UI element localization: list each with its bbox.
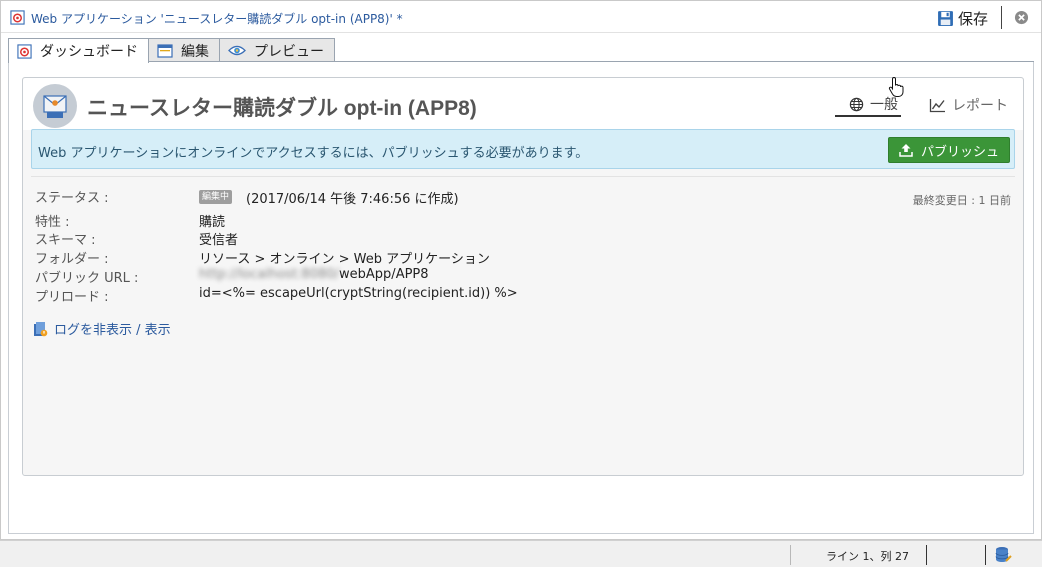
web-app-icon [10, 10, 25, 25]
public-url-value[interactable]: http://localhost:8080/webApp/APP8 [199, 267, 429, 282]
section-divider [31, 176, 1015, 177]
status-bar: ライン 1、列 27 [0, 540, 1042, 567]
tab-preview[interactable]: プレビュー [219, 38, 335, 62]
publish-notice: Web アプリケーションにオンラインでアクセスするには、パブリッシュする必要があ… [31, 129, 1015, 169]
page-title: ニュースレター購読ダブル opt-in (APP8) [87, 97, 477, 120]
eye-icon [228, 45, 246, 56]
tab-preview-label: プレビュー [254, 43, 324, 60]
toolbar-separator [1001, 6, 1002, 29]
toggle-log-label: ログを非表示 / 表示 [54, 323, 171, 338]
statusbar-separator [985, 545, 986, 565]
status-badge: 編集中 [199, 190, 233, 204]
tab-report[interactable]: レポート [929, 93, 1008, 117]
card-header: ニュースレター購読ダブル opt-in (APP8) 一般 レポート [23, 78, 1023, 130]
preload-value: id=<%= escapeUrl(cryptString(recipient.i… [199, 286, 518, 301]
schema-label: スキーマ : [35, 233, 96, 248]
window-title: Web アプリケーション 'ニュースレター購読ダブル opt-in (APP8)… [31, 12, 403, 26]
editor-window: Web アプリケーション 'ニュースレター購読ダブル opt-in (APP8)… [0, 0, 1042, 540]
globe-icon [849, 97, 864, 111]
created-date: (2017/06/14 午後 7:46:56 に作成) [246, 192, 459, 207]
cursor-position: ライン 1、列 27 [826, 550, 909, 563]
tab-edit[interactable]: 編集 [148, 38, 220, 62]
floppy-disk-icon [938, 10, 953, 26]
publish-button[interactable]: パブリッシュ [888, 137, 1010, 163]
save-button[interactable]: 保存 [937, 7, 988, 29]
envelope-icon [43, 95, 67, 118]
notice-text: Web アプリケーションにオンラインでアクセスするには、パブリッシュする必要があ… [38, 146, 589, 161]
preload-label: プリロード : [35, 290, 109, 305]
folder-value: リソース > オンライン > Web アプリケーション [199, 252, 490, 267]
last-modified: 最終変更日 : 1 日前 [912, 194, 1011, 207]
close-icon[interactable] [1014, 10, 1029, 25]
editor-tabs: ダッシュボード 編集 プレビュー [8, 38, 335, 63]
app-icon [17, 43, 32, 59]
log-icon [34, 321, 48, 336]
characteristic-value: 購読 [199, 215, 226, 230]
public-url-path: webApp/APP8 [339, 267, 429, 282]
tab-edit-label: 編集 [181, 43, 209, 60]
statusbar-separator [926, 545, 927, 565]
tab-dashboard-label: ダッシュボード [40, 44, 138, 60]
public-url-label: パブリック URL : [35, 271, 139, 286]
status-label: ステータス : [35, 191, 109, 206]
database-icon[interactable] [994, 546, 1012, 564]
folder-label: フォルダー : [35, 252, 109, 267]
publish-label: パブリッシュ [921, 144, 1000, 160]
schema-value: 受信者 [199, 233, 239, 248]
tab-dashboard[interactable]: ダッシュボード [8, 38, 149, 63]
save-label: 保存 [958, 9, 989, 28]
edit-window-icon [157, 43, 173, 58]
upload-icon [899, 144, 913, 157]
statusbar-separator [790, 545, 791, 565]
title-bar: Web アプリケーション 'ニュースレター購読ダブル opt-in (APP8)… [1, 1, 1041, 33]
dashboard-card: ニュースレター購読ダブル opt-in (APP8) 一般 レポート Web ア… [22, 77, 1024, 476]
avatar [33, 84, 77, 128]
chart-line-icon [929, 98, 945, 112]
characteristic-label: 特性 : [35, 215, 70, 230]
public-url-host: http://localhost:8080/ [199, 267, 340, 282]
toggle-log-link[interactable]: ログを非表示 / 表示 [33, 319, 171, 338]
hand-cursor-icon [888, 76, 904, 97]
tab-report-label: レポート [952, 98, 1008, 114]
